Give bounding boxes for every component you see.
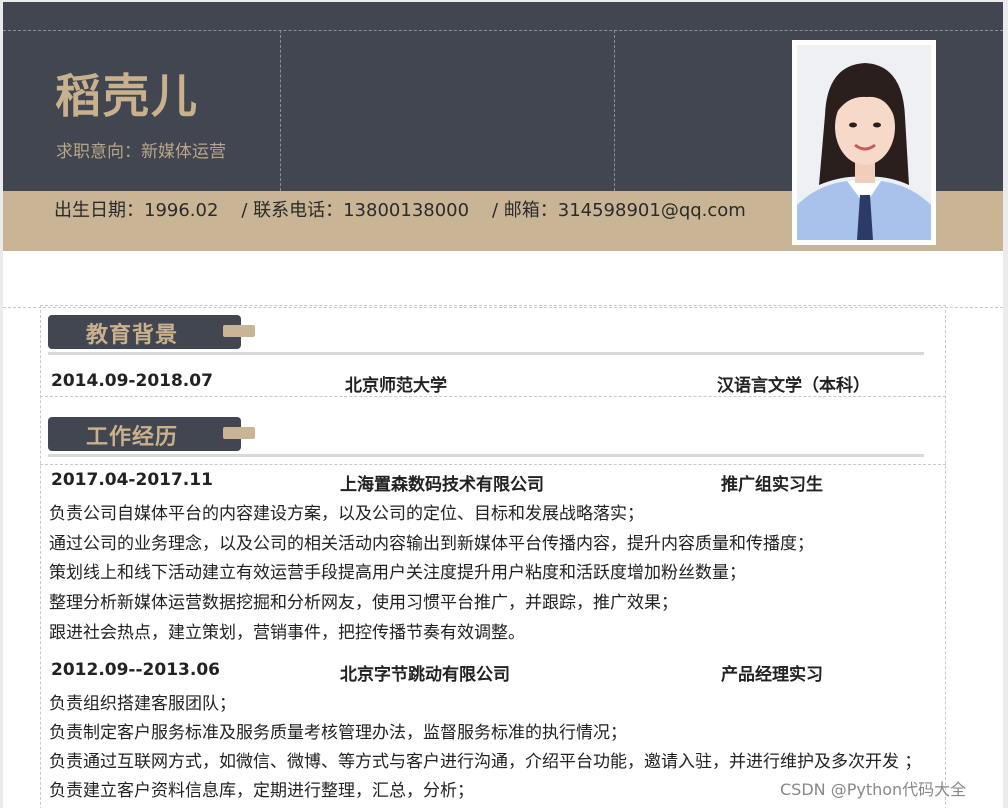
job-duty-line: 通过公司的业务理念，以及公司的相关活动内容输出到新媒体平台传播内容，提升内容质量… <box>49 534 814 554</box>
section-rule <box>48 352 924 355</box>
section-tab: 工作经历 <box>48 417 241 451</box>
job-duty-line: 负责建立客户资料信息库，定期进行整理，汇总，分析； <box>49 781 474 801</box>
job-duty-line: 跟进社会热点，建立策划，营销事件，把控传播节奏有效调整。 <box>49 623 525 643</box>
section-title-text: 工作经历 <box>86 425 179 450</box>
watermark: CSDN @Python代码大全 <box>780 780 967 799</box>
section-title-text: 教育背景 <box>86 323 179 348</box>
row-divider <box>40 464 946 465</box>
education-date: 2014.09-2018.07 <box>51 371 213 391</box>
section-tab: 教育背景 <box>48 315 241 349</box>
job-role: 产品经理实习 <box>721 665 823 685</box>
contact-info: 出生日期：1996.02 / 联系电话：13800138000 / 邮箱：314… <box>54 200 746 221</box>
portrait-illustration <box>797 45 931 240</box>
row-divider <box>40 396 946 397</box>
education-major: 汉语言文学（本科） <box>717 376 870 396</box>
job-duty-line: 策划线上和线下活动建立有效运营手段提高用户关注度提升用户粘度和活跃度增加粉丝数量… <box>49 563 746 583</box>
section-tag-decoration <box>223 325 255 337</box>
header-divider <box>3 30 1003 31</box>
profile-photo-frame <box>792 40 936 245</box>
job-company: 北京字节跳动有限公司 <box>340 665 510 685</box>
header-column-divider <box>614 30 615 191</box>
candidate-name: 稻壳儿 <box>55 69 199 123</box>
education-section-title: 教育背景 <box>48 315 258 349</box>
job-duty-line: 负责公司自媒体平台的内容建设方案，以及公司的定位、目标和发展战略落实； <box>49 504 644 524</box>
section-rule <box>48 454 924 457</box>
profile-photo <box>797 45 931 240</box>
job-duty-line: 整理分析新媒体运营数据挖掘和分析网友，使用习惯平台推广，并跟踪，推广效果； <box>49 593 678 613</box>
job-intent: 求职意向：新媒体运营 <box>56 142 226 162</box>
job-date: 2012.09--2013.06 <box>51 660 220 680</box>
work-section-title: 工作经历 <box>48 417 258 451</box>
header-column-divider <box>280 30 281 191</box>
job-date: 2017.04-2017.11 <box>51 470 213 490</box>
job-company: 上海置森数码技术有限公司 <box>340 475 544 495</box>
job-duty-line: 负责组织搭建客服团队； <box>49 694 236 714</box>
job-role: 推广组实习生 <box>721 475 823 495</box>
job-duty-line: 负责通过互联网方式，如微信、微博、等方式与客户进行沟通，介绍平台功能，邀请入驻，… <box>49 752 922 772</box>
job-duty-line: 负责制定客户服务标准及服务质量考核管理办法，监督服务标准的执行情况； <box>49 723 627 743</box>
education-school: 北京师范大学 <box>345 376 447 396</box>
section-tag-decoration <box>223 427 255 439</box>
